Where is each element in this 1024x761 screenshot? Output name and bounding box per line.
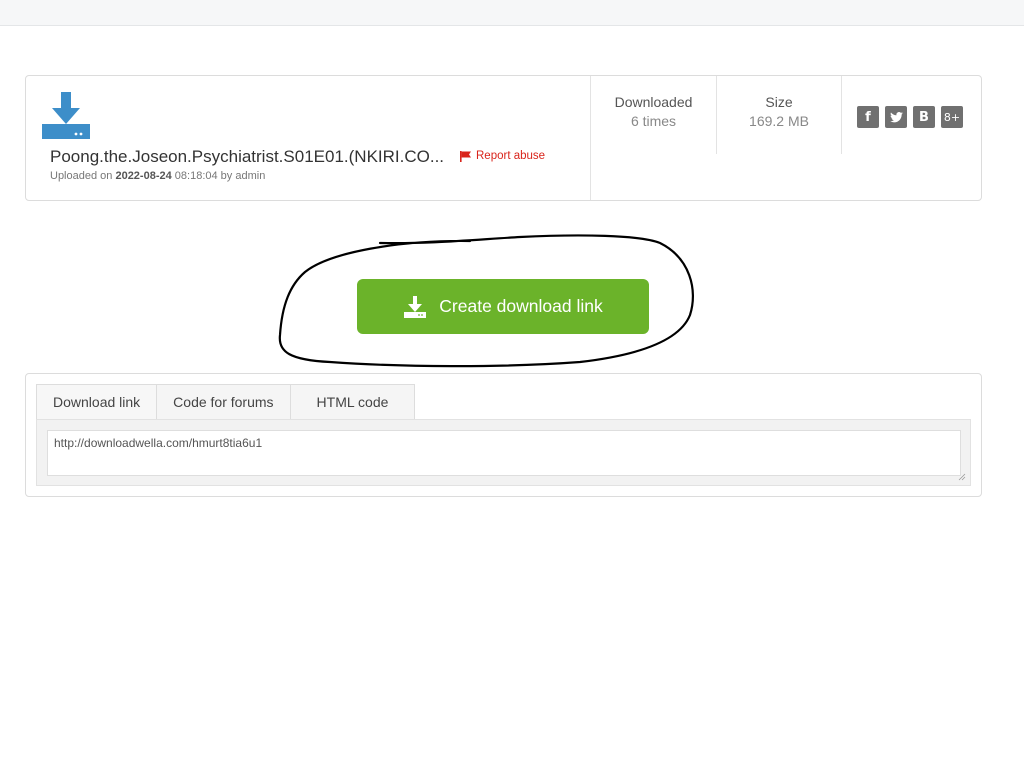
download-link-field[interactable] [47,430,961,476]
size-label: Size [765,94,793,110]
size-value: 169.2 MB [749,113,809,129]
top-bar [0,0,1024,26]
tab-code-for-forums[interactable]: Code for forums [156,384,291,419]
report-abuse-link[interactable]: Report abuse [460,150,545,162]
link-code-panel: Download link Code for forums HTML code [25,373,982,497]
downloaded-stat: Downloaded 6 times [591,76,716,154]
upload-time: 08:18:04 by admin [174,170,266,182]
social-share: f B 8+ [857,106,963,128]
twitter-icon[interactable] [885,106,907,128]
file-name: Poong.the.Joseon.Psychiatrist.S01E01.(NK… [50,147,445,166]
downloaded-value: 6 times [630,113,677,129]
tab-content [36,419,971,486]
file-stats: Downloaded 6 times Size 169.2 MB f B 8+ [590,76,963,200]
size-stat: Size 169.2 MB [716,76,841,154]
facebook-icon[interactable]: f [857,106,879,128]
download-icon [404,295,427,318]
code-tabs: Download link Code for forums HTML code [36,384,416,419]
create-download-link-label: Create download link [439,296,603,316]
resize-grip-icon[interactable] [958,473,966,481]
file-info-panel: Poong.the.Joseon.Psychiatrist.S01E01.(NK… [25,75,982,201]
google-plus-icon[interactable]: 8+ [941,106,963,128]
download-icon [42,92,92,142]
tab-download-link[interactable]: Download link [36,384,158,419]
upload-date: 2022-08-24 [115,170,172,182]
upload-info: Uploaded on 2022-08-24 08:18:04 by admin [50,170,265,182]
tab-html-code[interactable]: HTML code [289,384,416,419]
vk-icon[interactable]: B [913,106,935,128]
report-abuse-label: Report abuse [476,150,546,162]
flag-icon [460,150,471,162]
upload-prefix: Uploaded on [50,170,113,182]
downloaded-label: Downloaded [614,94,693,110]
create-download-link-button[interactable]: Create download link [357,279,649,334]
